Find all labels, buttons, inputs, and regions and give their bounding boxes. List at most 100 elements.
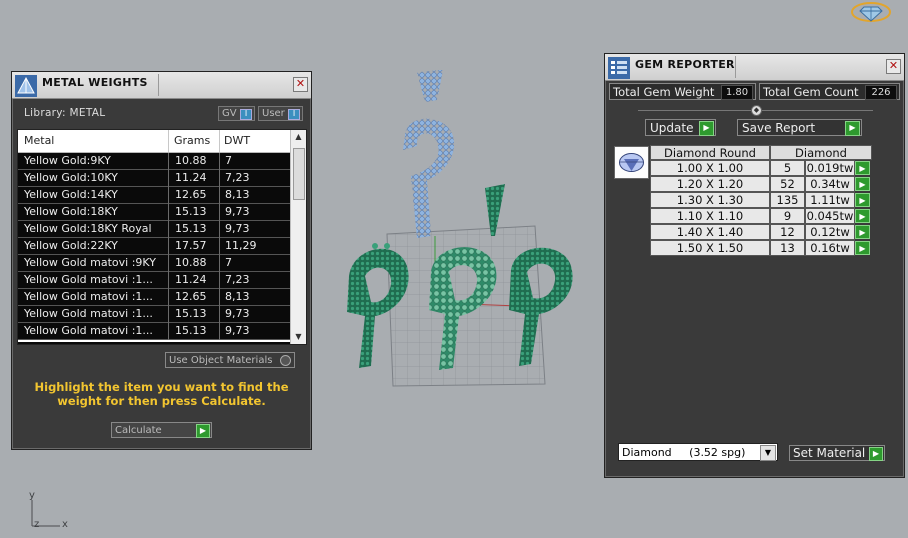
scroll-down-arrow-icon[interactable]: ▼ [291, 330, 306, 344]
metal-table-row[interactable]: Yellow Gold:14KY 12.65 8,13 [18, 187, 290, 204]
metal-table-row[interactable]: Yellow Gold:22KY 17.57 11,29 [18, 238, 290, 255]
use-object-materials-radio-icon[interactable] [280, 355, 291, 366]
metal-table-row[interactable]: Yellow Gold:18KY 15.13 9,73 [18, 204, 290, 221]
grams-cell: 12.65 [175, 188, 207, 201]
metal-weights-panel: METAL WEIGHTS ✕ Library: METAL GV I User… [11, 71, 312, 450]
select-gems-arrow-icon[interactable]: ▶ [855, 177, 870, 191]
calculate-label: Calculate [115, 425, 162, 436]
gv-toggle[interactable]: GV I [218, 106, 255, 121]
select-gems-arrow-icon[interactable]: ▶ [855, 225, 870, 239]
column-header-dwt[interactable]: DWT [224, 134, 250, 147]
column-divider [168, 221, 169, 238]
user-toggle[interactable]: User I [258, 106, 303, 121]
select-gems-arrow-icon[interactable]: ▶ [855, 161, 870, 175]
grams-cell: 11.24 [175, 273, 207, 286]
grams-cell: 10.88 [175, 154, 207, 167]
column-header-metal[interactable]: Metal [24, 134, 54, 147]
column-divider [168, 272, 169, 289]
gem-reporter-panel: GEM REPORTER ✕ Total Gem Weight 1.80 Tot… [604, 53, 905, 478]
save-report-label: Save Report [742, 121, 816, 135]
save-report-button[interactable]: Save Report ▶ [737, 119, 862, 136]
grams-cell: 15.13 [175, 324, 207, 337]
column-header-grams[interactable]: Grams [174, 134, 210, 147]
metal-panel-titlebar[interactable]: METAL WEIGHTS ✕ [12, 72, 311, 99]
metal-table-row[interactable]: Yellow Gold matovi :1... 15.13 9,73 [18, 306, 290, 323]
metal-name-cell: Yellow Gold:18KY Royal [24, 222, 152, 235]
gem-weight-cell: 0.16tw [805, 240, 855, 256]
column-divider [219, 221, 220, 238]
metal-name-cell: Yellow Gold:18KY [24, 205, 118, 218]
dwt-cell: 7,23 [225, 273, 250, 286]
splitter-handle-icon[interactable]: ◆ [751, 105, 762, 116]
column-divider [219, 130, 220, 152]
calculate-button[interactable]: Calculate ▶ [111, 422, 212, 438]
total-gem-count-value: 226 [865, 85, 897, 100]
total-gem-count-label: Total Gem Count [763, 85, 859, 99]
metal-table-row[interactable]: Yellow Gold:10KY 11.24 7,23 [18, 170, 290, 187]
metal-row-partial [18, 342, 290, 344]
axis-indicator: y z x [22, 490, 82, 534]
metal-name-cell: Yellow Gold:10KY [24, 171, 118, 184]
jewelry-model-viewport[interactable] [335, 66, 585, 396]
scroll-thumb[interactable] [293, 148, 305, 200]
metal-name-cell: Yellow Gold matovi :9KY [24, 256, 156, 269]
metal-scale-icon [15, 75, 37, 97]
dwt-cell: 9,73 [225, 222, 250, 235]
axis-x-label: x [62, 519, 68, 530]
select-gems-arrow-icon[interactable]: ▶ [855, 193, 870, 207]
update-button[interactable]: Update ▶ [645, 119, 716, 136]
column-divider [219, 323, 220, 340]
column-divider [168, 170, 169, 187]
instruction-text: Highlight the item you want to find the … [34, 380, 289, 408]
gem-count-cell: 13 [770, 240, 805, 256]
titlebar-divider [158, 74, 159, 96]
metal-table-header: Metal Grams DWT [18, 130, 290, 153]
gem-close-button[interactable]: ✕ [886, 59, 901, 74]
metal-table-row[interactable]: Yellow Gold matovi :9KY 10.88 7 [18, 255, 290, 272]
dwt-cell: 7,23 [225, 171, 250, 184]
total-gem-weight-label: Total Gem Weight [613, 85, 715, 99]
metal-name-cell: Yellow Gold matovi :1... [24, 324, 153, 337]
grams-cell: 10.88 [175, 256, 207, 269]
library-label: Library: METAL [24, 107, 106, 119]
gem-weight-cell: 0.34tw [805, 176, 855, 192]
metal-table-row[interactable]: Yellow Gold matovi :1... 15.13 9,73 [18, 323, 290, 340]
gem-count-cell: 12 [770, 224, 805, 240]
metal-table-row[interactable]: Yellow Gold matovi :1... 11.24 7,23 [18, 272, 290, 289]
axis-z-label: z [34, 519, 40, 530]
play-arrow-icon: ▶ [845, 121, 860, 136]
gem-count-cell: 9 [770, 208, 805, 224]
column-divider [168, 153, 169, 170]
user-indicator: I [288, 109, 300, 120]
dwt-cell: 8,13 [225, 290, 250, 303]
metal-table-row[interactable]: Yellow Gold:9KY 10.88 7 [18, 153, 290, 170]
material-select-value: Diamond (3.52 spg) [622, 446, 746, 459]
metal-table-row[interactable]: Yellow Gold matovi :1... 12.65 8,13 [18, 289, 290, 306]
set-material-button[interactable]: Set Material ▶ [789, 445, 885, 461]
dwt-cell: 9,73 [225, 307, 250, 320]
chevron-down-icon[interactable]: ▼ [760, 445, 776, 461]
grams-cell: 15.13 [175, 222, 207, 235]
material-select[interactable]: Diamond (3.52 spg) ▼ [618, 443, 778, 461]
dwt-cell: 7 [225, 256, 232, 269]
grams-cell: 15.13 [175, 307, 207, 320]
total-gem-weight-value: 1.80 [721, 85, 753, 100]
metal-table-row[interactable]: Yellow Gold:18KY Royal 15.13 9,73 [18, 221, 290, 238]
gv-indicator: I [240, 109, 252, 120]
gem-panel-titlebar[interactable]: GEM REPORTER ✕ [605, 54, 904, 81]
select-gems-arrow-icon[interactable]: ▶ [855, 209, 870, 223]
gem-count-cell: 52 [770, 176, 805, 192]
metal-table-scrollbar[interactable]: ▲ ▼ [290, 130, 306, 344]
metal-close-button[interactable]: ✕ [293, 77, 308, 92]
metal-name-cell: Yellow Gold matovi :1... [24, 273, 153, 286]
gem-count-cell: 5 [770, 160, 805, 176]
metal-panel-title: METAL WEIGHTS [42, 76, 148, 89]
gv-label: GV [222, 108, 237, 119]
scroll-up-arrow-icon[interactable]: ▲ [291, 130, 306, 144]
column-divider [168, 130, 169, 152]
select-gems-arrow-icon[interactable]: ▶ [855, 241, 870, 255]
play-arrow-icon: ▶ [196, 424, 210, 438]
dwt-cell: 9,73 [225, 205, 250, 218]
use-object-materials-label: Use Object Materials [169, 355, 273, 366]
use-object-materials-option[interactable]: Use Object Materials [165, 352, 295, 368]
